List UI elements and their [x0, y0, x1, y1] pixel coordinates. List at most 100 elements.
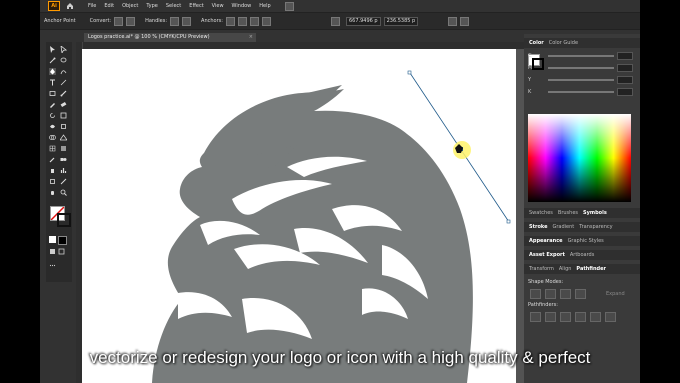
direct-selection-tool-icon[interactable] [60, 46, 67, 53]
menu-type[interactable]: Type [146, 3, 157, 9]
hand-tool-icon[interactable] [49, 189, 56, 196]
crop-icon[interactable] [575, 312, 586, 322]
symbol-sprayer-tool-icon[interactable] [49, 167, 56, 174]
align-icon[interactable] [330, 16, 340, 26]
selection-tool-icon[interactable] [49, 46, 56, 53]
divide-icon[interactable] [530, 312, 541, 322]
transform-icon[interactable] [448, 16, 458, 26]
lasso-tool-icon[interactable] [60, 57, 67, 64]
magic-wand-tool-icon[interactable] [49, 57, 56, 64]
shape-builder-tool-icon[interactable] [49, 134, 56, 141]
draw-normal-icon[interactable] [49, 248, 56, 255]
y-field[interactable]: 236.5385 p [383, 16, 419, 26]
illustrator-window: Ai File Edit Object Type Select Effect V… [40, 0, 640, 383]
outline-icon[interactable] [590, 312, 601, 322]
minus-front-icon[interactable] [545, 289, 556, 299]
rotate-tool-icon[interactable] [49, 112, 56, 119]
tab-align[interactable]: Align [559, 266, 572, 272]
tab-artboards[interactable]: Artboards [570, 252, 594, 258]
slider-y[interactable]: Y [528, 76, 636, 84]
workspace-switcher-icon[interactable] [284, 1, 294, 11]
eyedropper-tool-icon[interactable] [49, 156, 56, 163]
swap-colors-icon[interactable] [58, 236, 67, 245]
paintbrush-tool-icon[interactable] [60, 90, 67, 97]
direction-handle-end-top[interactable] [407, 70, 412, 75]
screen-mode-icon[interactable] [58, 248, 65, 255]
isolate-icon[interactable] [261, 16, 271, 26]
artboard-canvas[interactable] [82, 49, 558, 383]
menu-view[interactable]: View [212, 3, 224, 9]
slider-m[interactable]: M [528, 64, 636, 72]
tab-graphic-styles[interactable]: Graphic Styles [568, 238, 604, 244]
edit-toolbar-icon[interactable] [49, 262, 56, 269]
cut-path-icon[interactable] [249, 16, 259, 26]
mesh-tool-icon[interactable] [49, 145, 56, 152]
default-colors-icon[interactable] [49, 236, 56, 243]
perspective-grid-tool-icon[interactable] [60, 134, 67, 141]
eraser-tool-icon[interactable] [60, 101, 67, 108]
curvature-tool-icon[interactable] [60, 68, 67, 75]
scale-tool-icon[interactable] [60, 112, 67, 119]
tab-transform[interactable]: Transform [529, 266, 554, 272]
slider-c[interactable]: C [528, 52, 636, 60]
tab-brushes[interactable]: Brushes [558, 210, 578, 216]
show-handles-icon[interactable] [182, 16, 192, 26]
type-tool-icon[interactable] [49, 79, 56, 86]
tab-pathfinder[interactable]: Pathfinder [576, 266, 606, 272]
tab-gradient[interactable]: Gradient [552, 224, 574, 230]
convert-smooth-icon[interactable] [126, 16, 136, 26]
close-tab-icon[interactable]: × [249, 33, 253, 42]
pathfinders-label: Pathfinders: [528, 302, 558, 308]
merge-icon[interactable] [560, 312, 571, 322]
gradient-tool-icon[interactable] [60, 145, 67, 152]
tab-color[interactable]: Color [529, 40, 544, 46]
width-tool-icon[interactable] [49, 123, 56, 130]
menu-select[interactable]: Select [166, 3, 181, 9]
convert-corner-icon[interactable] [114, 16, 124, 26]
remove-anchor-icon[interactable] [225, 16, 235, 26]
artboard-tool-icon[interactable] [49, 178, 56, 185]
menu-file[interactable]: File [88, 3, 96, 9]
slider-k[interactable]: K [528, 88, 636, 96]
x-field[interactable]: 667.9496 p [345, 16, 381, 26]
rectangle-tool-icon[interactable] [49, 90, 56, 97]
document-tab[interactable]: Logos practice.ai* @ 100 % (CMYK/CPU Pre… [84, 33, 256, 42]
trim-icon[interactable] [545, 312, 556, 322]
tab-transparency[interactable]: Transparency [579, 224, 612, 230]
anchor-point-label: Anchor Point [44, 18, 76, 24]
blend-tool-icon[interactable] [60, 156, 67, 163]
tab-symbols[interactable]: Symbols [583, 210, 607, 216]
menu-object[interactable]: Object [122, 3, 138, 9]
slice-tool-icon[interactable] [60, 178, 67, 185]
menu-edit[interactable]: Edit [104, 3, 114, 9]
home-icon[interactable] [66, 2, 74, 10]
intersect-icon[interactable] [560, 289, 571, 299]
tab-appearance[interactable]: Appearance [529, 238, 563, 244]
menu-help[interactable]: Help [259, 3, 270, 9]
menu-effect[interactable]: Effect [189, 3, 203, 9]
tab-asset-export[interactable]: Asset Export [529, 252, 565, 258]
unite-icon[interactable] [530, 289, 541, 299]
tab-stroke[interactable]: Stroke [529, 224, 547, 230]
hide-handles-icon[interactable] [170, 16, 180, 26]
align-objects-icon[interactable] [460, 16, 470, 26]
stroke-swatch[interactable] [57, 213, 71, 227]
tab-color-guide[interactable]: Color Guide [549, 40, 578, 46]
document-title: Logos practice.ai* @ 100 % (CMYK/CPU Pre… [88, 34, 210, 40]
right-panels: Color Color Guide C M Y K Swatches Brush… [524, 34, 640, 383]
tab-swatches[interactable]: Swatches [529, 210, 553, 216]
pencil-tool-icon[interactable] [49, 101, 56, 108]
exclude-icon[interactable] [575, 289, 586, 299]
expand-button[interactable]: Expand [606, 291, 625, 297]
connect-anchor-icon[interactable] [237, 16, 247, 26]
menu-window[interactable]: Window [232, 3, 252, 9]
zoom-tool-icon[interactable] [60, 189, 67, 196]
column-graph-tool-icon[interactable] [60, 167, 67, 174]
color-spectrum[interactable] [528, 114, 631, 202]
minus-back-icon[interactable] [605, 312, 616, 322]
direction-handle-end-bottom[interactable] [506, 219, 511, 224]
free-transform-tool-icon[interactable] [60, 123, 67, 130]
pen-tool-icon[interactable] [49, 68, 56, 75]
line-tool-icon[interactable] [60, 79, 67, 86]
pasteboard [516, 49, 524, 383]
